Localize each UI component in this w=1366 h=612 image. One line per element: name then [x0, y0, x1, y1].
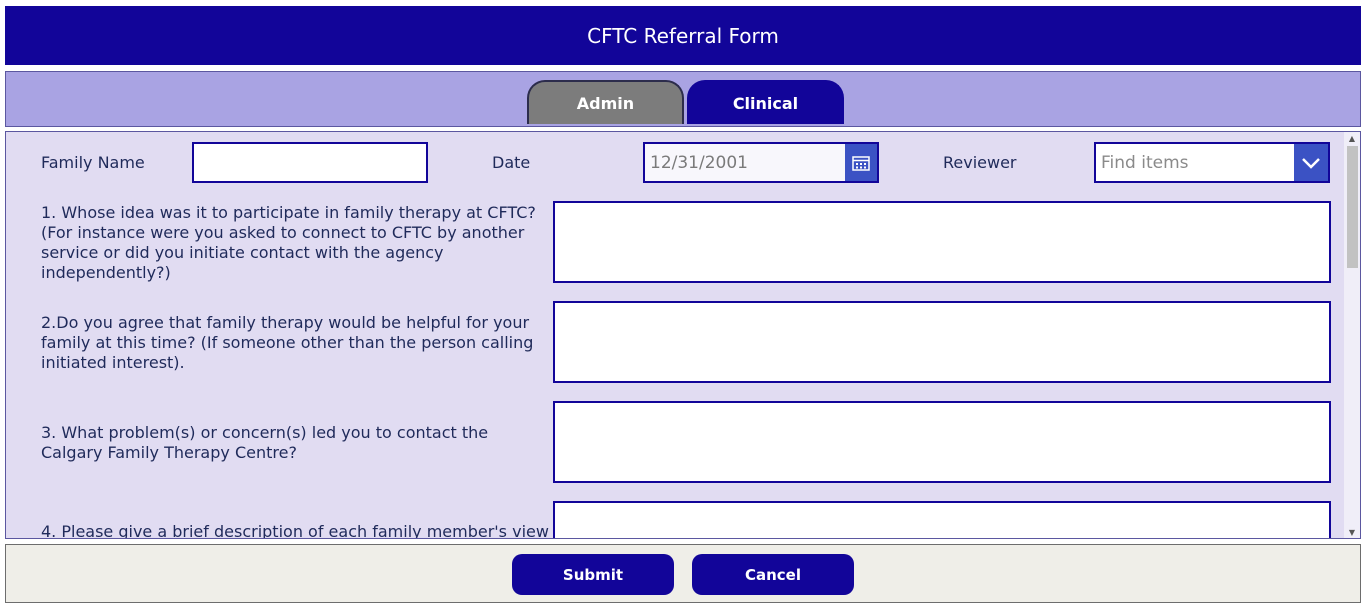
page-title: CFTC Referral Form [587, 23, 779, 48]
clinical-form: Family Name Date 12/31/2001 Reviewer Fin… [5, 131, 1361, 539]
question-2-input[interactable] [553, 301, 1331, 383]
question-2-label: 2.Do you agree that family therapy would… [41, 313, 534, 372]
cancel-button-label: Cancel [744, 565, 801, 584]
date-picker[interactable]: 12/31/2001 [643, 142, 879, 183]
scroll-up-arrow-icon[interactable]: ▲ [1344, 132, 1360, 144]
reviewer-dropdown-button[interactable] [1294, 144, 1328, 181]
reviewer-combobox[interactable]: Find items [1094, 142, 1330, 183]
form-scrollbar[interactable]: ▲ ▼ [1344, 132, 1360, 538]
reviewer-placeholder: Find items [1101, 152, 1189, 173]
cancel-button[interactable]: Cancel [692, 554, 854, 595]
question-3-input[interactable] [553, 401, 1331, 483]
tab-clinical-label: Clinical [732, 93, 799, 113]
question-3-label: 3. What problem(s) or concern(s) led you… [41, 423, 489, 462]
question-1-label: 1. Whose idea was it to participate in f… [41, 203, 536, 282]
question-1-input[interactable] [553, 201, 1331, 283]
tab-admin-label: Admin [576, 93, 635, 113]
date-label: Date [492, 153, 531, 172]
question-4-input[interactable] [553, 501, 1331, 538]
tab-clinical[interactable]: Clinical [687, 80, 844, 124]
question-4-label: 4. Please give a brief description of ea… [41, 522, 549, 539]
tab-bar: Admin Clinical [5, 71, 1361, 127]
scrollbar-thumb[interactable] [1347, 146, 1358, 268]
reviewer-label: Reviewer [943, 153, 1017, 172]
form-footer: Submit Cancel [5, 544, 1361, 603]
calendar-button[interactable] [845, 144, 877, 181]
scroll-down-arrow-icon[interactable]: ▼ [1344, 526, 1360, 538]
family-name-label: Family Name [41, 153, 145, 172]
date-value: 12/31/2001 [650, 152, 748, 173]
chevron-down-icon [1302, 157, 1320, 169]
app-header: CFTC Referral Form [5, 6, 1361, 65]
submit-button[interactable]: Submit [512, 554, 674, 595]
tab-admin[interactable]: Admin [527, 80, 684, 124]
family-name-input[interactable] [192, 142, 428, 183]
submit-button-label: Submit [562, 565, 624, 584]
calendar-icon [852, 155, 870, 171]
